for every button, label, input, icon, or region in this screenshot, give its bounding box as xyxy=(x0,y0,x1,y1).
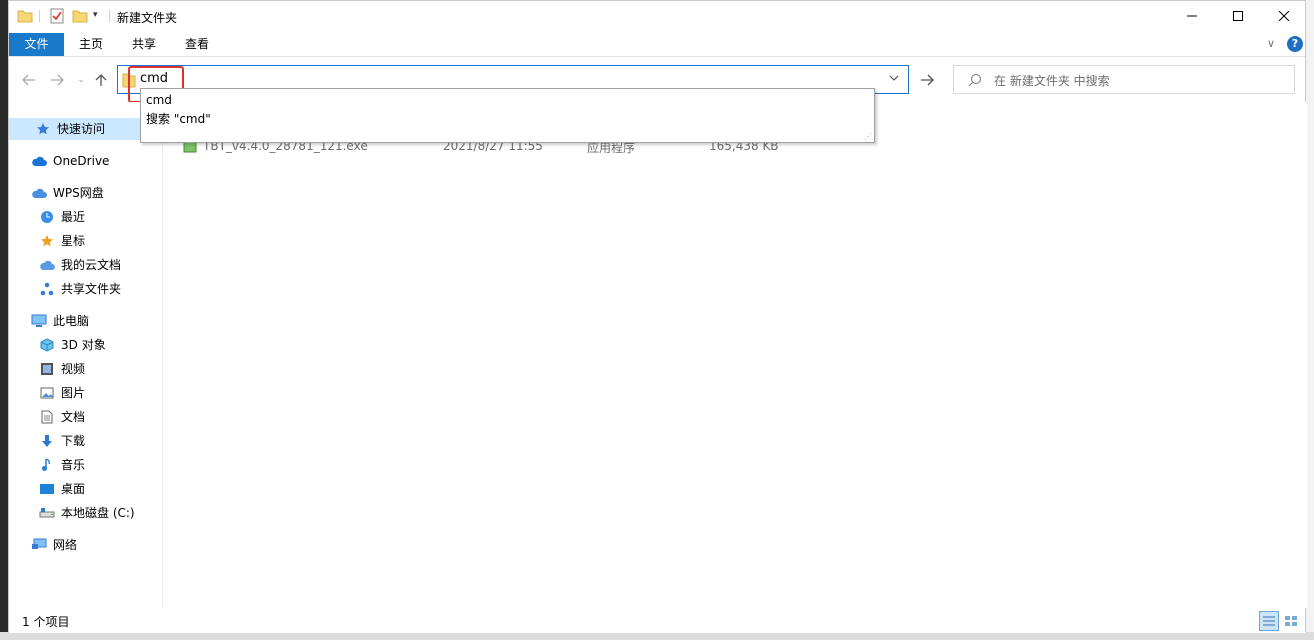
music-icon xyxy=(39,457,55,473)
sidebar-item-onedrive[interactable]: OneDrive xyxy=(31,150,109,172)
sidebar-item-label: 本地磁盘 (C:) xyxy=(61,506,135,520)
sidebar-item-label: 快速访问 xyxy=(57,122,106,136)
document-icon xyxy=(39,409,55,425)
sidebar-item-local-disk-c[interactable]: 本地磁盘 (C:) xyxy=(39,502,135,524)
sidebar-item-label: 最近 xyxy=(61,210,86,224)
sidebar-item-label: 文档 xyxy=(61,410,86,424)
window-title: 新建文件夹 xyxy=(117,11,178,25)
customize-toolbar-icon[interactable]: ▾ xyxy=(93,10,109,26)
cube-icon xyxy=(39,337,55,353)
sidebar-item-videos[interactable]: 视频 xyxy=(39,358,85,380)
go-button[interactable] xyxy=(917,70,937,90)
search-icon xyxy=(968,73,982,90)
sidebar-item-wps-drive[interactable]: WPS网盘 xyxy=(31,182,104,204)
address-autocomplete-dropdown: cmd 搜索 "cmd" ⋰ xyxy=(140,88,875,143)
picture-icon xyxy=(39,385,55,401)
clock-icon xyxy=(39,209,55,225)
star-icon xyxy=(39,233,55,249)
sidebar-item-label: 3D 对象 xyxy=(61,338,106,352)
download-icon xyxy=(39,433,55,449)
forward-button[interactable] xyxy=(47,70,67,90)
recent-locations-dropdown[interactable]: ⌄ xyxy=(71,70,91,90)
up-button[interactable] xyxy=(91,70,111,90)
item-count: 1 个项目 xyxy=(22,615,70,629)
close-button[interactable] xyxy=(1261,1,1307,31)
tab-home[interactable]: 主页 xyxy=(69,33,113,56)
autocomplete-item[interactable]: cmd xyxy=(146,93,172,107)
ribbon-tabs: 文件 主页 共享 查看 ∨ ? xyxy=(9,31,1305,57)
divider xyxy=(39,10,40,22)
sidebar-item-music[interactable]: 音乐 xyxy=(39,454,85,476)
minimize-button[interactable] xyxy=(1169,1,1215,31)
sidebar-item-starred[interactable]: 星标 xyxy=(39,230,85,252)
tab-file[interactable]: 文件 xyxy=(9,33,64,56)
share-icon xyxy=(39,281,55,297)
drive-icon xyxy=(39,505,55,521)
sidebar-item-label: 音乐 xyxy=(61,458,86,472)
search-box[interactable]: 在 新建文件夹 中搜索 xyxy=(953,65,1295,94)
desktop-background-right xyxy=(1306,0,1314,640)
details-view-button[interactable] xyxy=(1259,611,1279,631)
sidebar-item-label: 星标 xyxy=(61,234,86,248)
sidebar-item-label: 共享文件夹 xyxy=(61,282,122,296)
sidebar-item-this-pc[interactable]: 此电脑 xyxy=(31,310,89,332)
sidebar-item-label: WPS网盘 xyxy=(53,186,104,200)
help-icon[interactable]: ? xyxy=(1287,36,1303,52)
desktop-icon xyxy=(39,481,55,497)
sidebar-item-3d-objects[interactable]: 3D 对象 xyxy=(39,334,106,356)
sidebar-item-documents[interactable]: 文档 xyxy=(39,406,85,428)
cloud-icon xyxy=(31,185,47,201)
sidebar-item-desktop[interactable]: 桌面 xyxy=(39,478,85,500)
taskbar-strip xyxy=(0,632,1314,640)
sidebar-item-label: 此电脑 xyxy=(53,314,90,328)
navigation-pane: 快速访问 OneDrive WPS网盘 最近 星标 我的云文档 共享文件夹 此电… xyxy=(9,102,162,608)
sidebar-item-label: 桌面 xyxy=(61,482,86,496)
expand-ribbon-icon[interactable]: ∨ xyxy=(1267,37,1275,50)
tab-view[interactable]: 查看 xyxy=(175,33,219,56)
properties-icon[interactable] xyxy=(49,8,65,24)
star-icon xyxy=(35,121,51,137)
address-dropdown-icon[interactable] xyxy=(888,72,900,87)
cloud-icon xyxy=(31,153,47,169)
file-explorer-window: ▾ 新建文件夹 文件 主页 共享 查看 ∨ ? ⌄ cmd 在 新建文件夹 中搜… xyxy=(8,0,1307,633)
sidebar-item-label: 下载 xyxy=(61,434,86,448)
film-icon xyxy=(39,361,55,377)
maximize-button[interactable] xyxy=(1215,1,1261,31)
search-input[interactable]: 在 新建文件夹 中搜索 xyxy=(994,72,1110,89)
sidebar-item-label: OneDrive xyxy=(53,154,110,168)
tab-share[interactable]: 共享 xyxy=(122,33,166,56)
file-list: TBT_v4.4.0_28781_121.exe 2021/8/27 11:55… xyxy=(163,102,1293,608)
autocomplete-item[interactable]: 搜索 "cmd" xyxy=(146,110,211,127)
sidebar-item-recent[interactable]: 最近 xyxy=(39,206,85,228)
sidebar-item-label: 视频 xyxy=(61,362,86,376)
sidebar-item-cloud-docs[interactable]: 我的云文档 xyxy=(39,254,121,276)
cloud-icon xyxy=(39,257,55,273)
vertical-scrollbar[interactable] xyxy=(1293,102,1307,608)
network-icon xyxy=(31,537,47,553)
sidebar-item-shared-folder[interactable]: 共享文件夹 xyxy=(39,278,121,300)
back-button[interactable] xyxy=(19,70,39,90)
divider xyxy=(109,10,110,22)
sidebar-item-downloads[interactable]: 下载 xyxy=(39,430,85,452)
sidebar-item-label: 我的云文档 xyxy=(61,258,122,272)
sidebar-item-network[interactable]: 网络 xyxy=(31,534,77,556)
large-icons-view-button[interactable] xyxy=(1281,611,1301,631)
monitor-icon xyxy=(31,313,47,329)
status-bar: 1 个项目 xyxy=(9,608,1305,633)
new-folder-icon[interactable] xyxy=(72,8,88,24)
folder-icon xyxy=(17,8,33,24)
sidebar-item-label: 图片 xyxy=(61,386,86,400)
resize-grip-icon[interactable]: ⋰ xyxy=(864,132,872,141)
sidebar-item-pictures[interactable]: 图片 xyxy=(39,382,85,404)
title-bar: ▾ 新建文件夹 xyxy=(9,1,1305,31)
desktop-background-left xyxy=(0,0,8,640)
sidebar-item-label: 网络 xyxy=(53,538,78,552)
